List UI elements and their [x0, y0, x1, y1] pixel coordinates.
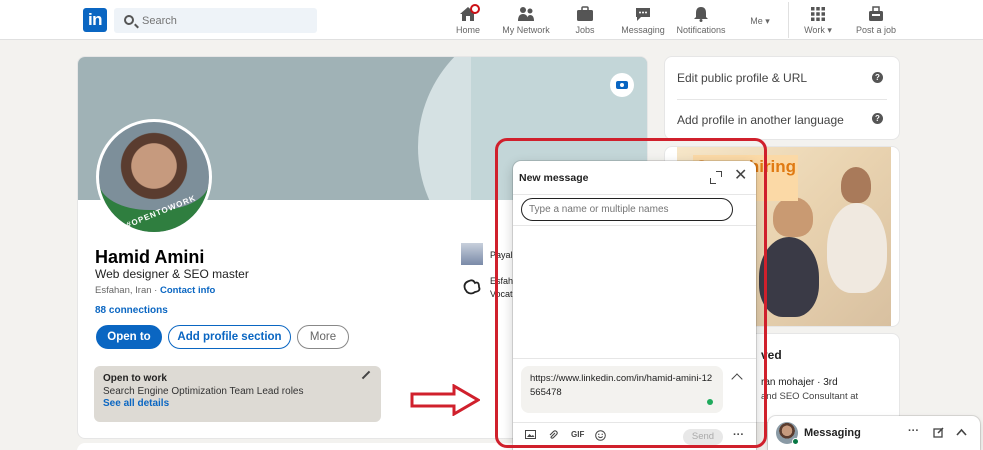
new-message-header[interactable]: New message ✕ [513, 161, 756, 195]
ad-person [773, 197, 813, 237]
chevron-up-icon[interactable] [731, 373, 743, 385]
notification-dot [470, 4, 480, 14]
more-icon[interactable]: ··· [908, 425, 919, 437]
search-icon [124, 15, 134, 25]
bell-icon [694, 7, 708, 22]
company-logo[interactable] [461, 243, 483, 265]
people-viewed-title: ved [761, 348, 782, 362]
profile-avatar[interactable]: #OPENTOWORK [96, 119, 212, 235]
camera-icon[interactable] [610, 73, 634, 97]
ad-person [759, 237, 819, 317]
nav-me-label: Me ▾ [750, 16, 770, 26]
profile-settings-card: Edit public profile & URL ? Add profile … [664, 56, 900, 140]
open-to-work-title: Open to work [103, 373, 167, 384]
nav-notifications[interactable]: Notifications [674, 4, 728, 38]
message-draft-text: https://www.linkedin.com/in/hamid-amini-… [530, 373, 713, 398]
new-message-window: New message ✕ https://www.linkedin.com/i… [513, 161, 756, 450]
divider [513, 422, 756, 423]
nav-notifications-label: Notifications [676, 25, 726, 35]
open-to-work-box[interactable]: Open to work Search Engine Optimization … [94, 366, 381, 422]
messaging-label: Messaging [804, 427, 861, 439]
nav-home-label: Home [455, 25, 480, 35]
nav-post-job-label: Post a job [855, 25, 897, 35]
nav-post-job[interactable]: Post a job [854, 4, 898, 38]
help-icon[interactable]: ? [872, 113, 883, 124]
see-all-details-link[interactable]: See all details [103, 398, 372, 409]
image-icon[interactable] [525, 430, 536, 439]
annotation-arrow-icon [410, 384, 480, 416]
viewer-name[interactable]: ran mohajer · 3rd [761, 377, 838, 388]
help-icon[interactable]: ? [872, 72, 883, 83]
edit-public-profile-link[interactable]: Edit public profile & URL [677, 71, 807, 85]
divider [513, 358, 756, 359]
top-nav: in Home My Network Jobs Messaging Notifi… [0, 0, 983, 40]
connections-link[interactable]: 88 connections [95, 305, 168, 316]
open-to-work-ring [99, 182, 209, 232]
ad-person [841, 167, 871, 203]
grammar-status-dot [707, 399, 713, 405]
ad-person [827, 203, 887, 293]
divider [513, 225, 756, 226]
briefcase-icon [577, 6, 593, 21]
search-box[interactable] [114, 8, 317, 33]
open-to-work-roles: Search Engine Optimization Team Lead rol… [103, 386, 304, 397]
chat-icon [636, 8, 650, 21]
chevron-up-icon[interactable] [956, 428, 967, 436]
profile-headline: Web designer & SEO master [95, 267, 249, 281]
linkedin-logo[interactable]: in [83, 8, 107, 32]
more-button[interactable]: More [297, 325, 349, 349]
school-logo[interactable] [461, 275, 483, 297]
nav-messaging[interactable]: Messaging [619, 4, 667, 38]
profile-name: Hamid Amini [95, 247, 205, 267]
attach-icon[interactable] [548, 430, 558, 440]
profile-location: Esfahan, Iran · Contact info [95, 285, 215, 296]
recipient-input[interactable] [521, 198, 733, 221]
new-message-title: New message [519, 172, 589, 184]
people-icon [518, 7, 534, 21]
compose-icon[interactable] [933, 427, 944, 438]
search-input[interactable] [142, 8, 312, 33]
add-profile-section-button[interactable]: Add profile section [168, 325, 291, 349]
divider [677, 99, 887, 100]
message-compose-area[interactable]: https://www.linkedin.com/in/hamid-amini-… [521, 366, 723, 413]
grid-icon [811, 7, 825, 21]
location-text: Esfahan, Iran · [95, 285, 158, 296]
nav-work[interactable]: Work ▾ [798, 4, 838, 38]
messaging-bar[interactable]: Messaging ··· [768, 416, 980, 450]
nav-my-network-label: My Network [502, 25, 550, 35]
nav-messaging-label: Messaging [621, 25, 665, 35]
gif-button[interactable]: GIF [571, 430, 584, 439]
open-to-button[interactable]: Open to [96, 325, 162, 349]
nav-jobs-label: Jobs [575, 25, 595, 35]
expand-icon[interactable] [710, 171, 722, 184]
send-button[interactable]: Send [683, 429, 723, 445]
more-options-icon[interactable]: ··· [733, 429, 744, 441]
online-status-dot [792, 438, 799, 445]
close-icon[interactable]: ✕ [734, 168, 747, 184]
nav-me[interactable]: Me ▾ [740, 4, 780, 38]
nav-work-label: Work ▾ [804, 25, 832, 35]
add-profile-language-link[interactable]: Add profile in another language [677, 113, 844, 127]
contact-info-link[interactable]: Contact info [160, 285, 215, 296]
nav-jobs[interactable]: Jobs [568, 4, 602, 38]
viewer-headline: and SEO Consultant at [761, 391, 859, 402]
post-job-icon [869, 6, 883, 21]
nav-my-network[interactable]: My Network [500, 4, 552, 38]
nav-divider [788, 2, 789, 38]
emoji-icon[interactable] [595, 430, 606, 441]
nav-home[interactable]: Home [448, 4, 488, 38]
